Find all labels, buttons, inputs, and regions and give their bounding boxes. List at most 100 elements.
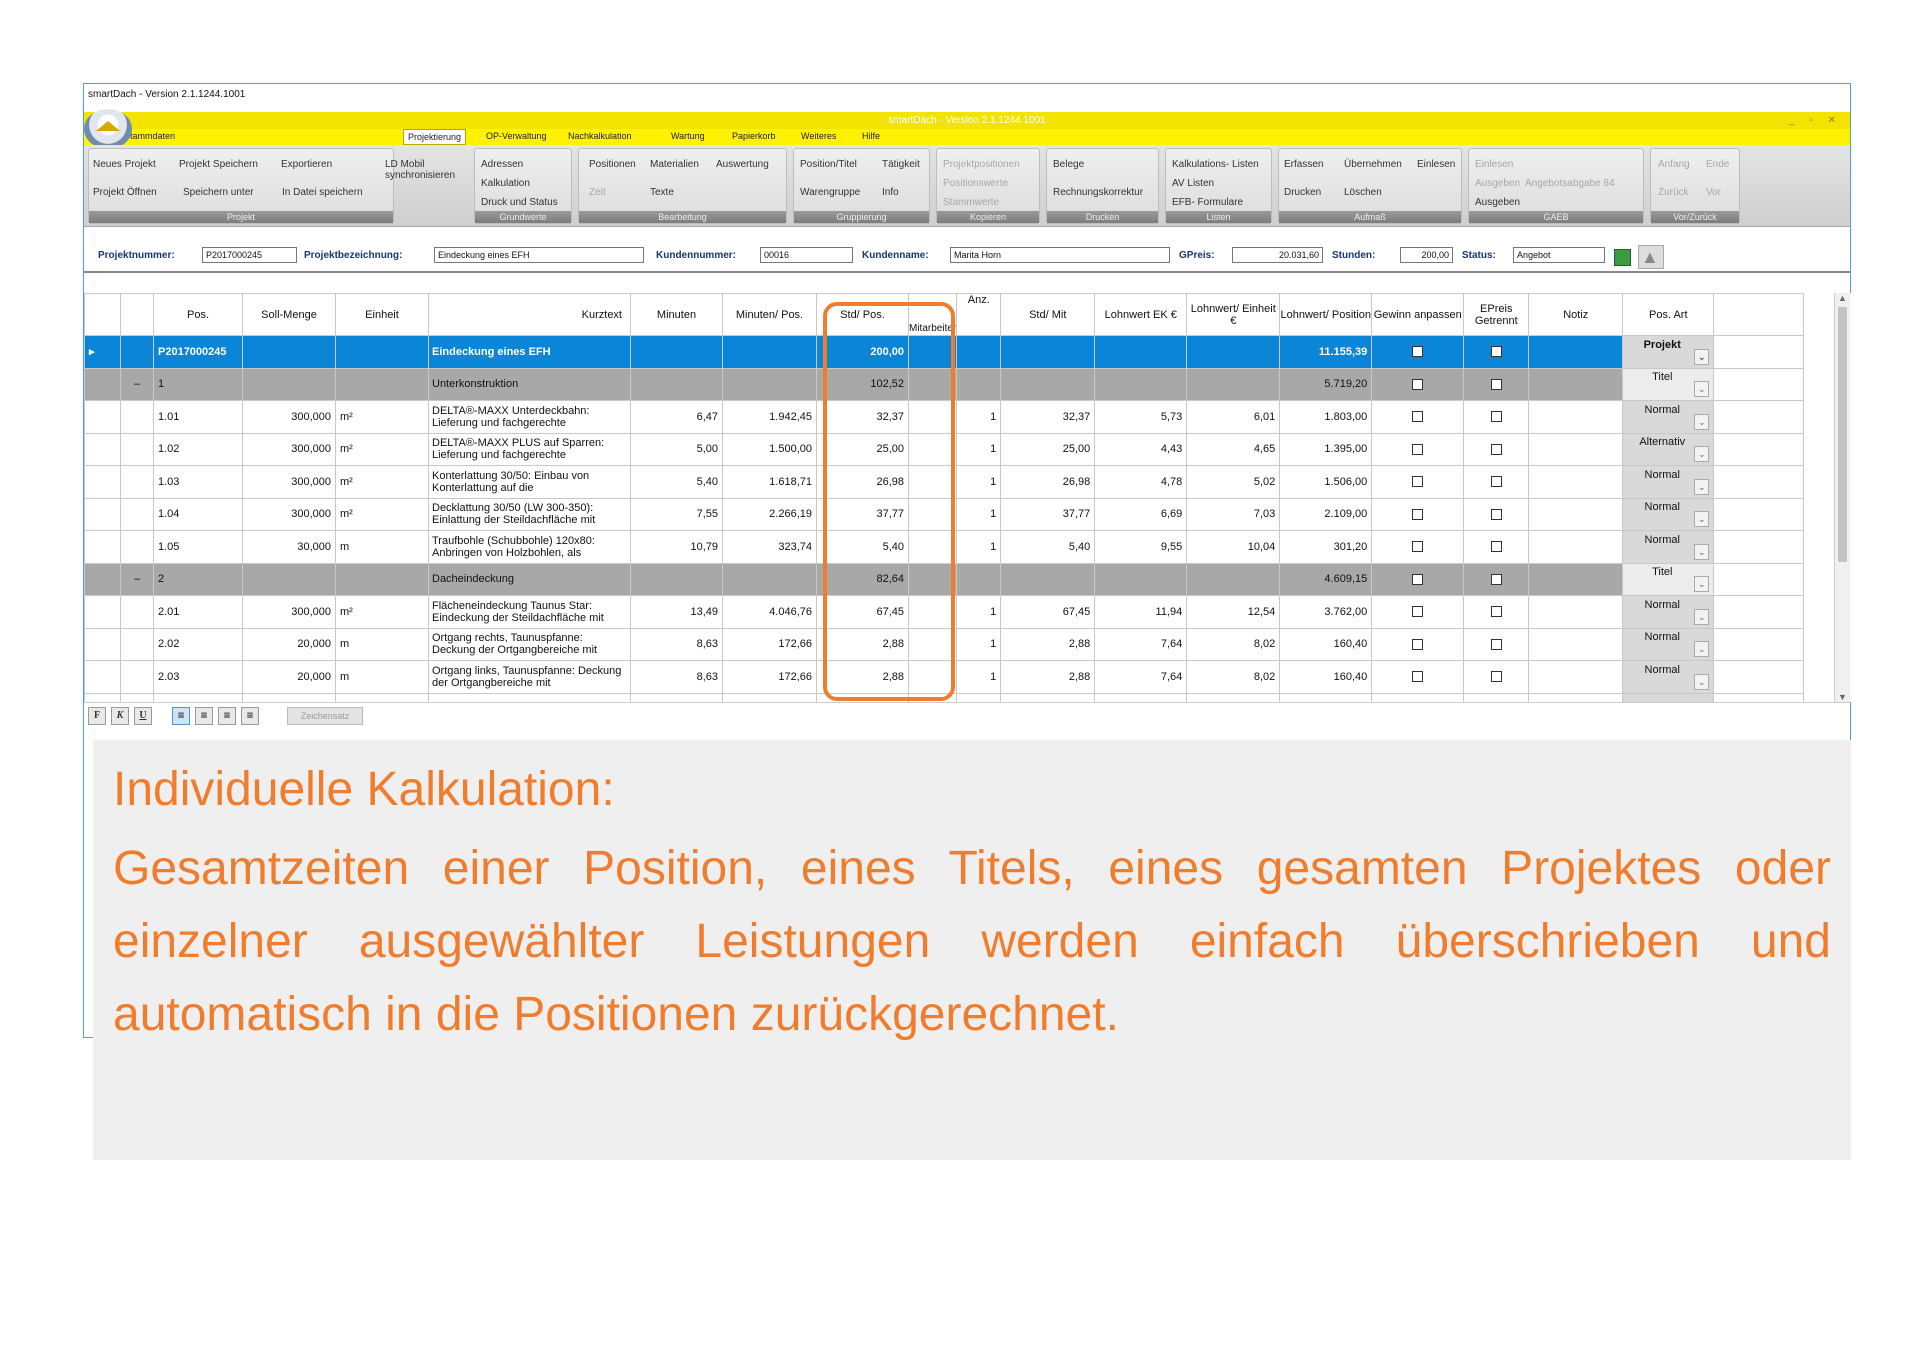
row-marker[interactable] bbox=[84, 692, 121, 702]
menu-projektierung[interactable]: Projektierung bbox=[403, 129, 467, 145]
align-justify-icon[interactable]: ≡ bbox=[241, 707, 259, 725]
cell-pos-art[interactable]: Normal ⌄ bbox=[1622, 627, 1715, 661]
cell-notiz[interactable] bbox=[1528, 400, 1624, 434]
checkbox[interactable] bbox=[1412, 378, 1424, 390]
cell-notiz[interactable] bbox=[1528, 335, 1624, 369]
dropdown-chevron-icon[interactable]: ⌄ bbox=[1694, 576, 1710, 593]
vertical-scrollbar[interactable]: ▲ ▼ bbox=[1834, 293, 1850, 702]
dropdown-chevron-icon[interactable]: ⌄ bbox=[1694, 413, 1710, 430]
dropdown-chevron-icon[interactable]: ⌄ bbox=[1694, 608, 1710, 625]
cell-notiz[interactable] bbox=[1528, 660, 1624, 694]
kundennummer-field[interactable]: 00016 bbox=[760, 247, 853, 263]
speichern-unter-button[interactable]: Speichern unter bbox=[183, 187, 254, 198]
underline-button[interactable]: U bbox=[134, 707, 152, 725]
zeichensatz-button[interactable]: Zeichensatz bbox=[287, 707, 363, 725]
checkbox[interactable] bbox=[1490, 411, 1502, 423]
adressen-button[interactable]: Adressen bbox=[481, 159, 523, 170]
anfang-button[interactable]: Anfang bbox=[1658, 159, 1690, 170]
checkbox[interactable] bbox=[1490, 443, 1502, 455]
auswertung-button[interactable]: Auswertung bbox=[716, 159, 769, 170]
col-lohnwert-ek[interactable]: Lohnwert EK € bbox=[1094, 293, 1188, 336]
angebotsabgabe-button[interactable]: Angebotsabgabe 84 bbox=[1525, 178, 1615, 189]
position-titel-button[interactable]: Position/Titel bbox=[800, 159, 857, 170]
expand-toggle[interactable] bbox=[120, 627, 154, 661]
col-kurztext[interactable]: Kurztext bbox=[428, 293, 631, 336]
menu-wartung[interactable]: Wartung bbox=[671, 131, 705, 141]
checkbox[interactable] bbox=[1490, 638, 1502, 650]
dropdown-chevron-icon[interactable]: ⌄ bbox=[1694, 446, 1710, 463]
checkbox[interactable] bbox=[1490, 476, 1502, 488]
cell-pos-art[interactable]: Normal ⌄ bbox=[1622, 497, 1715, 531]
positionswerte-button[interactable]: Positionswerte bbox=[943, 178, 1008, 189]
efb-formulare-button[interactable]: EFB- Formulare bbox=[1172, 197, 1243, 208]
col-soll-menge[interactable]: Soll-Menge bbox=[242, 293, 336, 336]
row-marker[interactable] bbox=[84, 400, 121, 434]
col-notiz[interactable]: Notiz bbox=[1528, 293, 1624, 336]
gaeb-ausgeben-2-button[interactable]: Ausgeben bbox=[1475, 197, 1520, 208]
row-marker[interactable] bbox=[84, 367, 121, 401]
checkbox[interactable] bbox=[1412, 411, 1424, 423]
positionen-button[interactable]: Positionen bbox=[589, 159, 636, 170]
aufmass-drucken-button[interactable]: Drucken bbox=[1284, 187, 1321, 198]
checkbox[interactable] bbox=[1490, 606, 1502, 618]
scroll-down-icon[interactable]: ▼ bbox=[1838, 692, 1847, 702]
dropdown-chevron-icon[interactable]: ⌄ bbox=[1694, 673, 1710, 690]
cell-notiz[interactable] bbox=[1528, 562, 1624, 596]
col-epreis-getrennt[interactable]: EPreis Getrennt bbox=[1463, 293, 1530, 336]
cell-pos-art[interactable]: Titel ⌄ bbox=[1622, 562, 1715, 596]
expand-toggle[interactable] bbox=[120, 432, 154, 466]
row-marker[interactable] bbox=[84, 660, 121, 694]
checkbox[interactable] bbox=[1412, 573, 1424, 585]
menu-papierkorb[interactable]: Papierkorb bbox=[732, 131, 776, 141]
zeit-button[interactable]: Zeit bbox=[589, 187, 606, 198]
ld-mobil-button[interactable]: LD Mobil synchronisieren bbox=[385, 159, 475, 181]
uebernehmen-button[interactable]: Übernehmen bbox=[1344, 159, 1402, 170]
expand-toggle[interactable]: – bbox=[120, 367, 154, 401]
druck-und-status-button[interactable]: Druck und Status bbox=[481, 197, 558, 208]
cell-notiz[interactable] bbox=[1528, 595, 1624, 629]
align-right-icon[interactable]: ≡ bbox=[218, 707, 236, 725]
cell-pos-art[interactable]: Normal ⌄ bbox=[1622, 465, 1715, 499]
vor-button[interactable]: Vor bbox=[1706, 187, 1721, 198]
col-lohnwert-einheit[interactable]: Lohnwert/ Einheit € bbox=[1186, 293, 1281, 336]
row-marker[interactable] bbox=[84, 432, 121, 466]
info-button[interactable]: Info bbox=[882, 187, 899, 198]
checkbox[interactable] bbox=[1412, 476, 1424, 488]
cell-pos-art[interactable]: Titel ⌄ bbox=[1622, 367, 1715, 401]
dropdown-chevron-icon[interactable]: ⌄ bbox=[1694, 543, 1710, 560]
cell-pos-art[interactable]: Alternativ ⌄ bbox=[1622, 432, 1715, 466]
dropdown-chevron-icon[interactable]: ⌄ bbox=[1694, 511, 1710, 528]
projekt-oeffnen-button[interactable]: Projekt Öffnen bbox=[93, 187, 157, 198]
kalkulations-listen-button[interactable]: Kalkulations- Listen bbox=[1172, 159, 1259, 170]
checkbox[interactable] bbox=[1490, 671, 1502, 683]
checkbox[interactable] bbox=[1412, 638, 1424, 650]
cell-notiz[interactable] bbox=[1528, 627, 1624, 661]
loeschen-button[interactable]: Löschen bbox=[1344, 187, 1382, 198]
cell-pos-art[interactable]: Normal ⌄ bbox=[1622, 660, 1715, 694]
align-left-icon[interactable]: ≡ bbox=[172, 707, 190, 725]
av-listen-button[interactable]: AV Listen bbox=[1172, 178, 1214, 189]
col-lohnwert-position[interactable]: Lohnwert/ Position bbox=[1279, 293, 1373, 336]
row-marker[interactable]: ▸ bbox=[84, 335, 121, 369]
neues-projekt-button[interactable]: Neues Projekt bbox=[93, 159, 156, 170]
kalkulation-button[interactable]: Kalkulation bbox=[481, 178, 530, 189]
col-std-mit[interactable]: Std/ Mit bbox=[1000, 293, 1096, 336]
gaeb-ausgeben-button[interactable]: Ausgeben bbox=[1475, 178, 1520, 189]
cell-pos-art[interactable] bbox=[1622, 692, 1715, 702]
row-marker[interactable] bbox=[84, 595, 121, 629]
stammwerte-button[interactable]: Stammwerte bbox=[943, 197, 999, 208]
dropdown-chevron-icon[interactable]: ⌄ bbox=[1694, 348, 1710, 365]
warning-button[interactable]: ▲ bbox=[1638, 245, 1664, 269]
row-marker[interactable] bbox=[84, 497, 121, 531]
einlesen-button[interactable]: Einlesen bbox=[1417, 159, 1455, 170]
expand-toggle[interactable] bbox=[120, 335, 154, 369]
zurueck-button[interactable]: Zurück bbox=[1658, 187, 1689, 198]
in-datei-speichern-button[interactable]: In Datei speichern bbox=[282, 187, 363, 198]
expand-toggle[interactable] bbox=[120, 400, 154, 434]
erfassen-button[interactable]: Erfassen bbox=[1284, 159, 1323, 170]
menu-nachkalkulation[interactable]: Nachkalkulation bbox=[568, 131, 632, 141]
cell-pos-art[interactable]: Normal ⌄ bbox=[1622, 400, 1715, 434]
ende-button[interactable]: Ende bbox=[1706, 159, 1729, 170]
cell-notiz[interactable] bbox=[1528, 432, 1624, 466]
checkbox[interactable] bbox=[1412, 541, 1424, 553]
